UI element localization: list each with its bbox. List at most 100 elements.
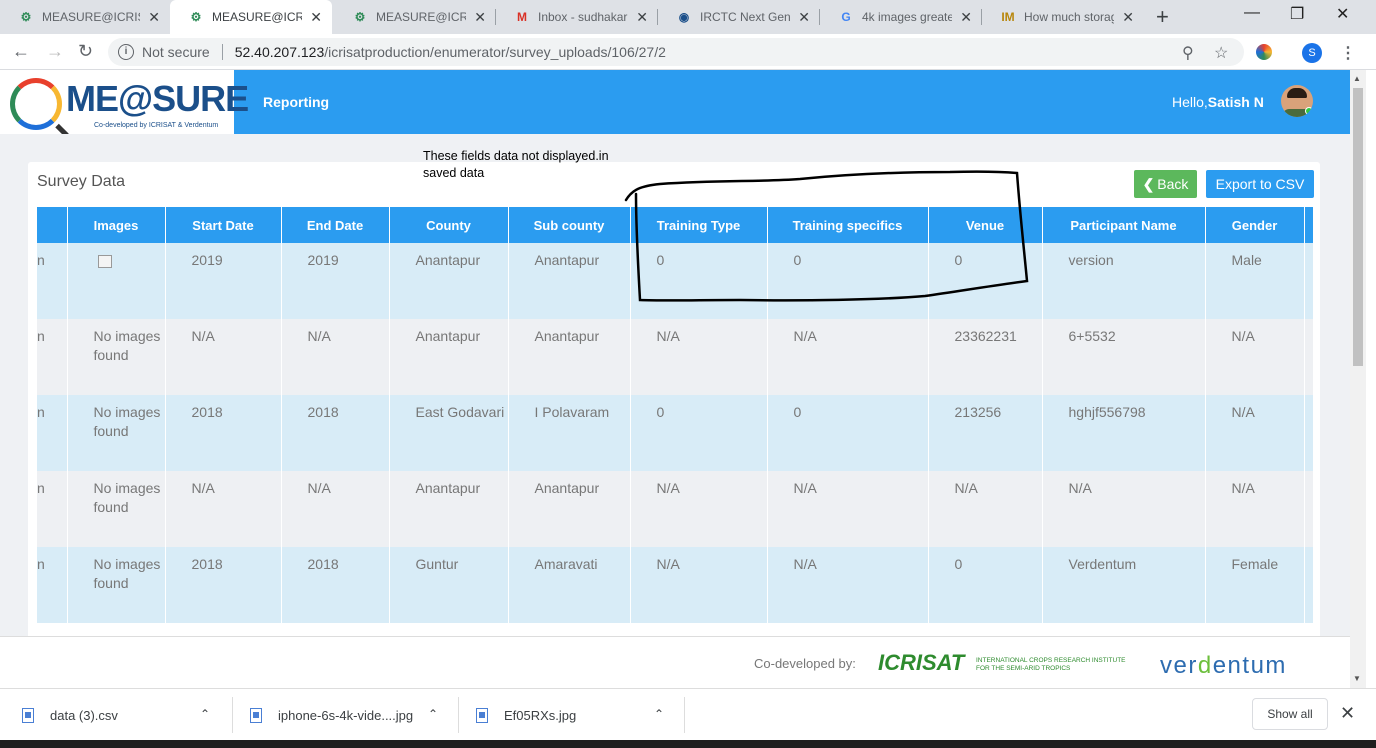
table-row[interactable]: n 2019 2019 Anantapur Anantapur 0 0 0 version Mal… <box>37 243 1314 319</box>
tab-close-icon[interactable]: ✕ <box>636 9 648 26</box>
table-cell: 0 <box>928 243 1043 319</box>
restore-icon[interactable]: ❐ <box>1290 4 1304 24</box>
bookmark-star-icon[interactable]: ☆ <box>1214 43 1228 63</box>
table-cell: 0 <box>630 243 768 319</box>
tab-title: How much storage <box>1024 10 1115 24</box>
scroll-up-icon[interactable]: ▲ <box>1353 74 1361 83</box>
page-scrollbar[interactable]: ▲ ▼ <box>1350 70 1366 688</box>
user-avatar[interactable] <box>1281 85 1313 117</box>
table-cell: Anantapur <box>508 319 631 395</box>
table-cell: N/A <box>767 319 929 395</box>
table-row[interactable]: n No images found 2018 2018 East Godavari I P… <box>37 395 1314 471</box>
profile-avatar[interactable]: S <box>1302 43 1322 63</box>
table-cell <box>1304 395 1314 471</box>
table-cell: Anantapur <box>508 243 631 319</box>
table-cell: N/A <box>1042 471 1206 547</box>
tab-title: 4k images greater <box>862 10 953 24</box>
table-cell: Anantapur <box>389 319 509 395</box>
back-arrow-icon[interactable]: ← <box>12 41 30 62</box>
column-header[interactable]: Training Type <box>630 207 768 243</box>
zoom-icon[interactable]: ⚲ <box>1182 43 1194 63</box>
user-greeting[interactable]: Hello,Satish N <box>1172 94 1264 110</box>
column-header[interactable]: Images <box>67 207 166 243</box>
download-item[interactable]: Ef05RXs.jpg <box>476 689 576 741</box>
measure-logo[interactable]: ME@SURE Co-developed by ICRISAT & Verden… <box>0 70 249 134</box>
browser-tab[interactable]: ◉ IRCTC Next Genera ✕ <box>658 0 820 34</box>
export-csv-button[interactable]: Export to CSV <box>1206 170 1314 198</box>
tab-close-icon[interactable]: ✕ <box>798 9 810 26</box>
table-cell: 6+5532 <box>1042 319 1206 395</box>
browser-tab[interactable]: ⚙ MEASURE@ICRISAT ✕ <box>0 0 170 34</box>
tab-title: IRCTC Next Genera <box>700 10 791 24</box>
tab-close-icon[interactable]: ✕ <box>1122 9 1134 26</box>
table-cell <box>1304 319 1314 395</box>
table-cell: 0 <box>767 395 929 471</box>
back-button[interactable]: ❮ Back <box>1134 170 1197 198</box>
nav-reporting[interactable]: Reporting <box>263 94 329 110</box>
online-status-icon <box>1305 107 1313 115</box>
scroll-thumb[interactable] <box>1353 88 1363 366</box>
table-row[interactable]: n No images found N/A N/A Anantapur Anantapur… <box>37 319 1314 395</box>
chevron-up-icon[interactable]: ⌃ <box>428 707 438 721</box>
address-bar[interactable]: i Not secure 52.40.207.123/icrisatproduc… <box>108 38 1244 66</box>
download-item[interactable]: data (3).csv <box>22 689 118 741</box>
reload-icon[interactable]: ↻ <box>78 41 93 62</box>
chevron-up-icon[interactable]: ⌃ <box>654 707 664 721</box>
survey-data-panel: Survey Data These fields data not displa… <box>28 149 1320 636</box>
survey-table: Images Start Date End Date County Sub county… <box>37 207 1314 623</box>
column-header[interactable]: Participant Name <box>1042 207 1206 243</box>
table-cell: N/A <box>165 471 282 547</box>
new-tab-button[interactable]: + <box>1156 4 1169 30</box>
os-taskbar <box>0 740 1376 748</box>
tab-close-icon[interactable]: ✕ <box>960 9 972 26</box>
table-cell: No images found <box>67 395 166 471</box>
table-cell: 0 <box>767 243 929 319</box>
table-cell: n <box>37 471 68 547</box>
browser-tab[interactable]: M Inbox - sudhakar@ ✕ <box>496 0 658 34</box>
info-icon[interactable]: i <box>118 44 134 60</box>
magnifier-logo-icon <box>10 78 62 130</box>
chevron-up-icon[interactable]: ⌃ <box>200 707 210 721</box>
column-header[interactable] <box>1304 207 1314 243</box>
column-header[interactable] <box>37 207 68 243</box>
close-downloads-icon[interactable]: ✕ <box>1340 703 1355 724</box>
browser-tab[interactable]: ⚙ MEASURE@ICRISAT ✕ <box>334 0 496 34</box>
table-cell: 0 <box>630 395 768 471</box>
table-row[interactable]: n No images found N/A N/A Anantapur Anantapur… <box>37 471 1314 547</box>
browser-tab[interactable]: G 4k images greater ✕ <box>820 0 982 34</box>
column-header[interactable]: County <box>389 207 509 243</box>
column-header[interactable]: Sub county <box>508 207 631 243</box>
table-cell: No images found <box>67 471 166 547</box>
table-cell: Guntur <box>389 547 509 623</box>
menu-kebab-icon[interactable]: ⋮ <box>1340 43 1356 63</box>
column-header[interactable]: Start Date <box>165 207 282 243</box>
table-cell: 2018 <box>165 547 282 623</box>
page-footer: Co-developed by: ICRISAT INTERNATIONAL C… <box>0 636 1350 688</box>
table-cell: N/A <box>630 547 768 623</box>
browser-tab[interactable]: IM How much storage ✕ <box>982 0 1144 34</box>
table-row[interactable]: n No images found 2018 2018 Guntur Amaravati N… <box>37 547 1314 623</box>
download-item[interactable]: iphone-6s-4k-vide....jpg <box>250 689 413 741</box>
file-icon <box>476 707 488 723</box>
column-header[interactable]: Gender <box>1205 207 1305 243</box>
user-name: Satish N <box>1207 94 1264 110</box>
tab-close-icon[interactable]: ✕ <box>474 9 486 26</box>
logo-subtitle: Co-developed by ICRISAT & Verdentum <box>94 122 219 129</box>
table-cell: N/A <box>630 471 768 547</box>
forward-arrow-icon[interactable]: → <box>46 41 64 62</box>
table-cell: Amaravati <box>508 547 631 623</box>
column-header[interactable]: Training specifics <box>767 207 929 243</box>
close-window-icon[interactable]: ✕ <box>1336 4 1349 24</box>
minimize-icon[interactable]: — <box>1244 4 1260 22</box>
column-header[interactable]: Venue <box>928 207 1043 243</box>
scroll-down-icon[interactable]: ▼ <box>1353 674 1361 683</box>
tab-close-icon[interactable]: ✕ <box>310 9 322 26</box>
show-all-button[interactable]: Show all <box>1252 698 1328 730</box>
url-host: 52.40.207.123 <box>234 44 325 60</box>
extension-icon[interactable] <box>1256 44 1272 60</box>
table-cell <box>67 243 166 319</box>
broken-image-icon[interactable] <box>97 255 112 268</box>
browser-tab[interactable]: ⚙ MEASURE@ICRISAT ✕ <box>170 0 332 34</box>
tab-close-icon[interactable]: ✕ <box>148 9 160 26</box>
column-header[interactable]: End Date <box>281 207 390 243</box>
